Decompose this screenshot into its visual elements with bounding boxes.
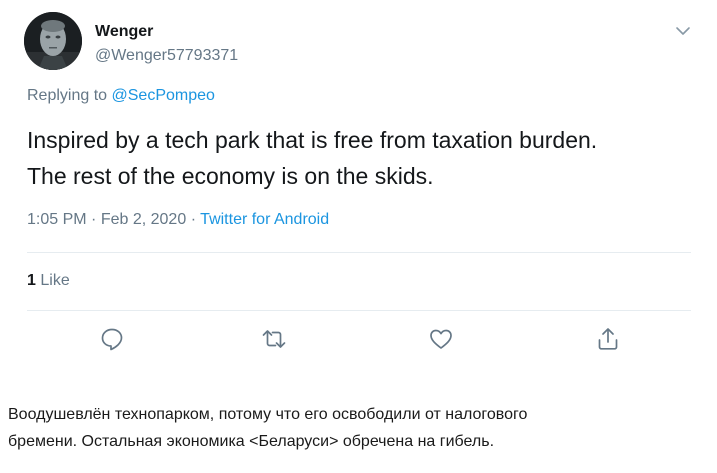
tweet-source[interactable]: Twitter for Android [200,211,329,228]
tweet-card: Wenger @Wenger57793371 Replying to @SecP… [0,0,717,380]
mention-link[interactable]: @SecPompeo [112,87,215,104]
display-name[interactable]: Wenger [95,23,153,41]
tweet-date[interactable]: Feb 2, 2020 [101,211,186,228]
user-handle[interactable]: @Wenger57793371 [95,47,238,65]
translation-caption: Воодушевлён технопарком, потому что его … [8,401,708,455]
share-icon[interactable] [595,326,621,352]
chevron-down-icon[interactable] [674,24,692,38]
tweet-text-line: Inspired by a tech park that is free fro… [27,127,598,153]
divider [27,310,691,311]
meta-separator: · [190,211,201,228]
caption-line: бремени. Остальная экономика <Беларуси> … [8,433,495,450]
caption-line: Воодушевлён технопарком, потому что его … [8,406,528,423]
reply-icon[interactable] [99,326,125,352]
replying-prefix: Replying to [27,87,108,104]
tweet-text: Inspired by a tech park that is free fro… [27,122,697,194]
meta-separator: · [91,211,101,228]
tweet-text-line: The rest of the economy is on the skids. [27,163,434,189]
like-count-number: 1 [27,272,36,289]
replying-to: Replying to @SecPompeo [27,87,215,105]
tweet-meta: 1:05 PM · Feb 2, 2020 · Twitter for Andr… [27,211,329,229]
tweet-time[interactable]: 1:05 PM [27,211,87,228]
likes-count[interactable]: 1 Like [27,272,70,290]
retweet-icon[interactable] [261,326,287,352]
avatar[interactable] [24,12,82,70]
like-count-label: Like [40,272,70,289]
heart-icon[interactable] [428,326,454,352]
divider [27,252,691,253]
